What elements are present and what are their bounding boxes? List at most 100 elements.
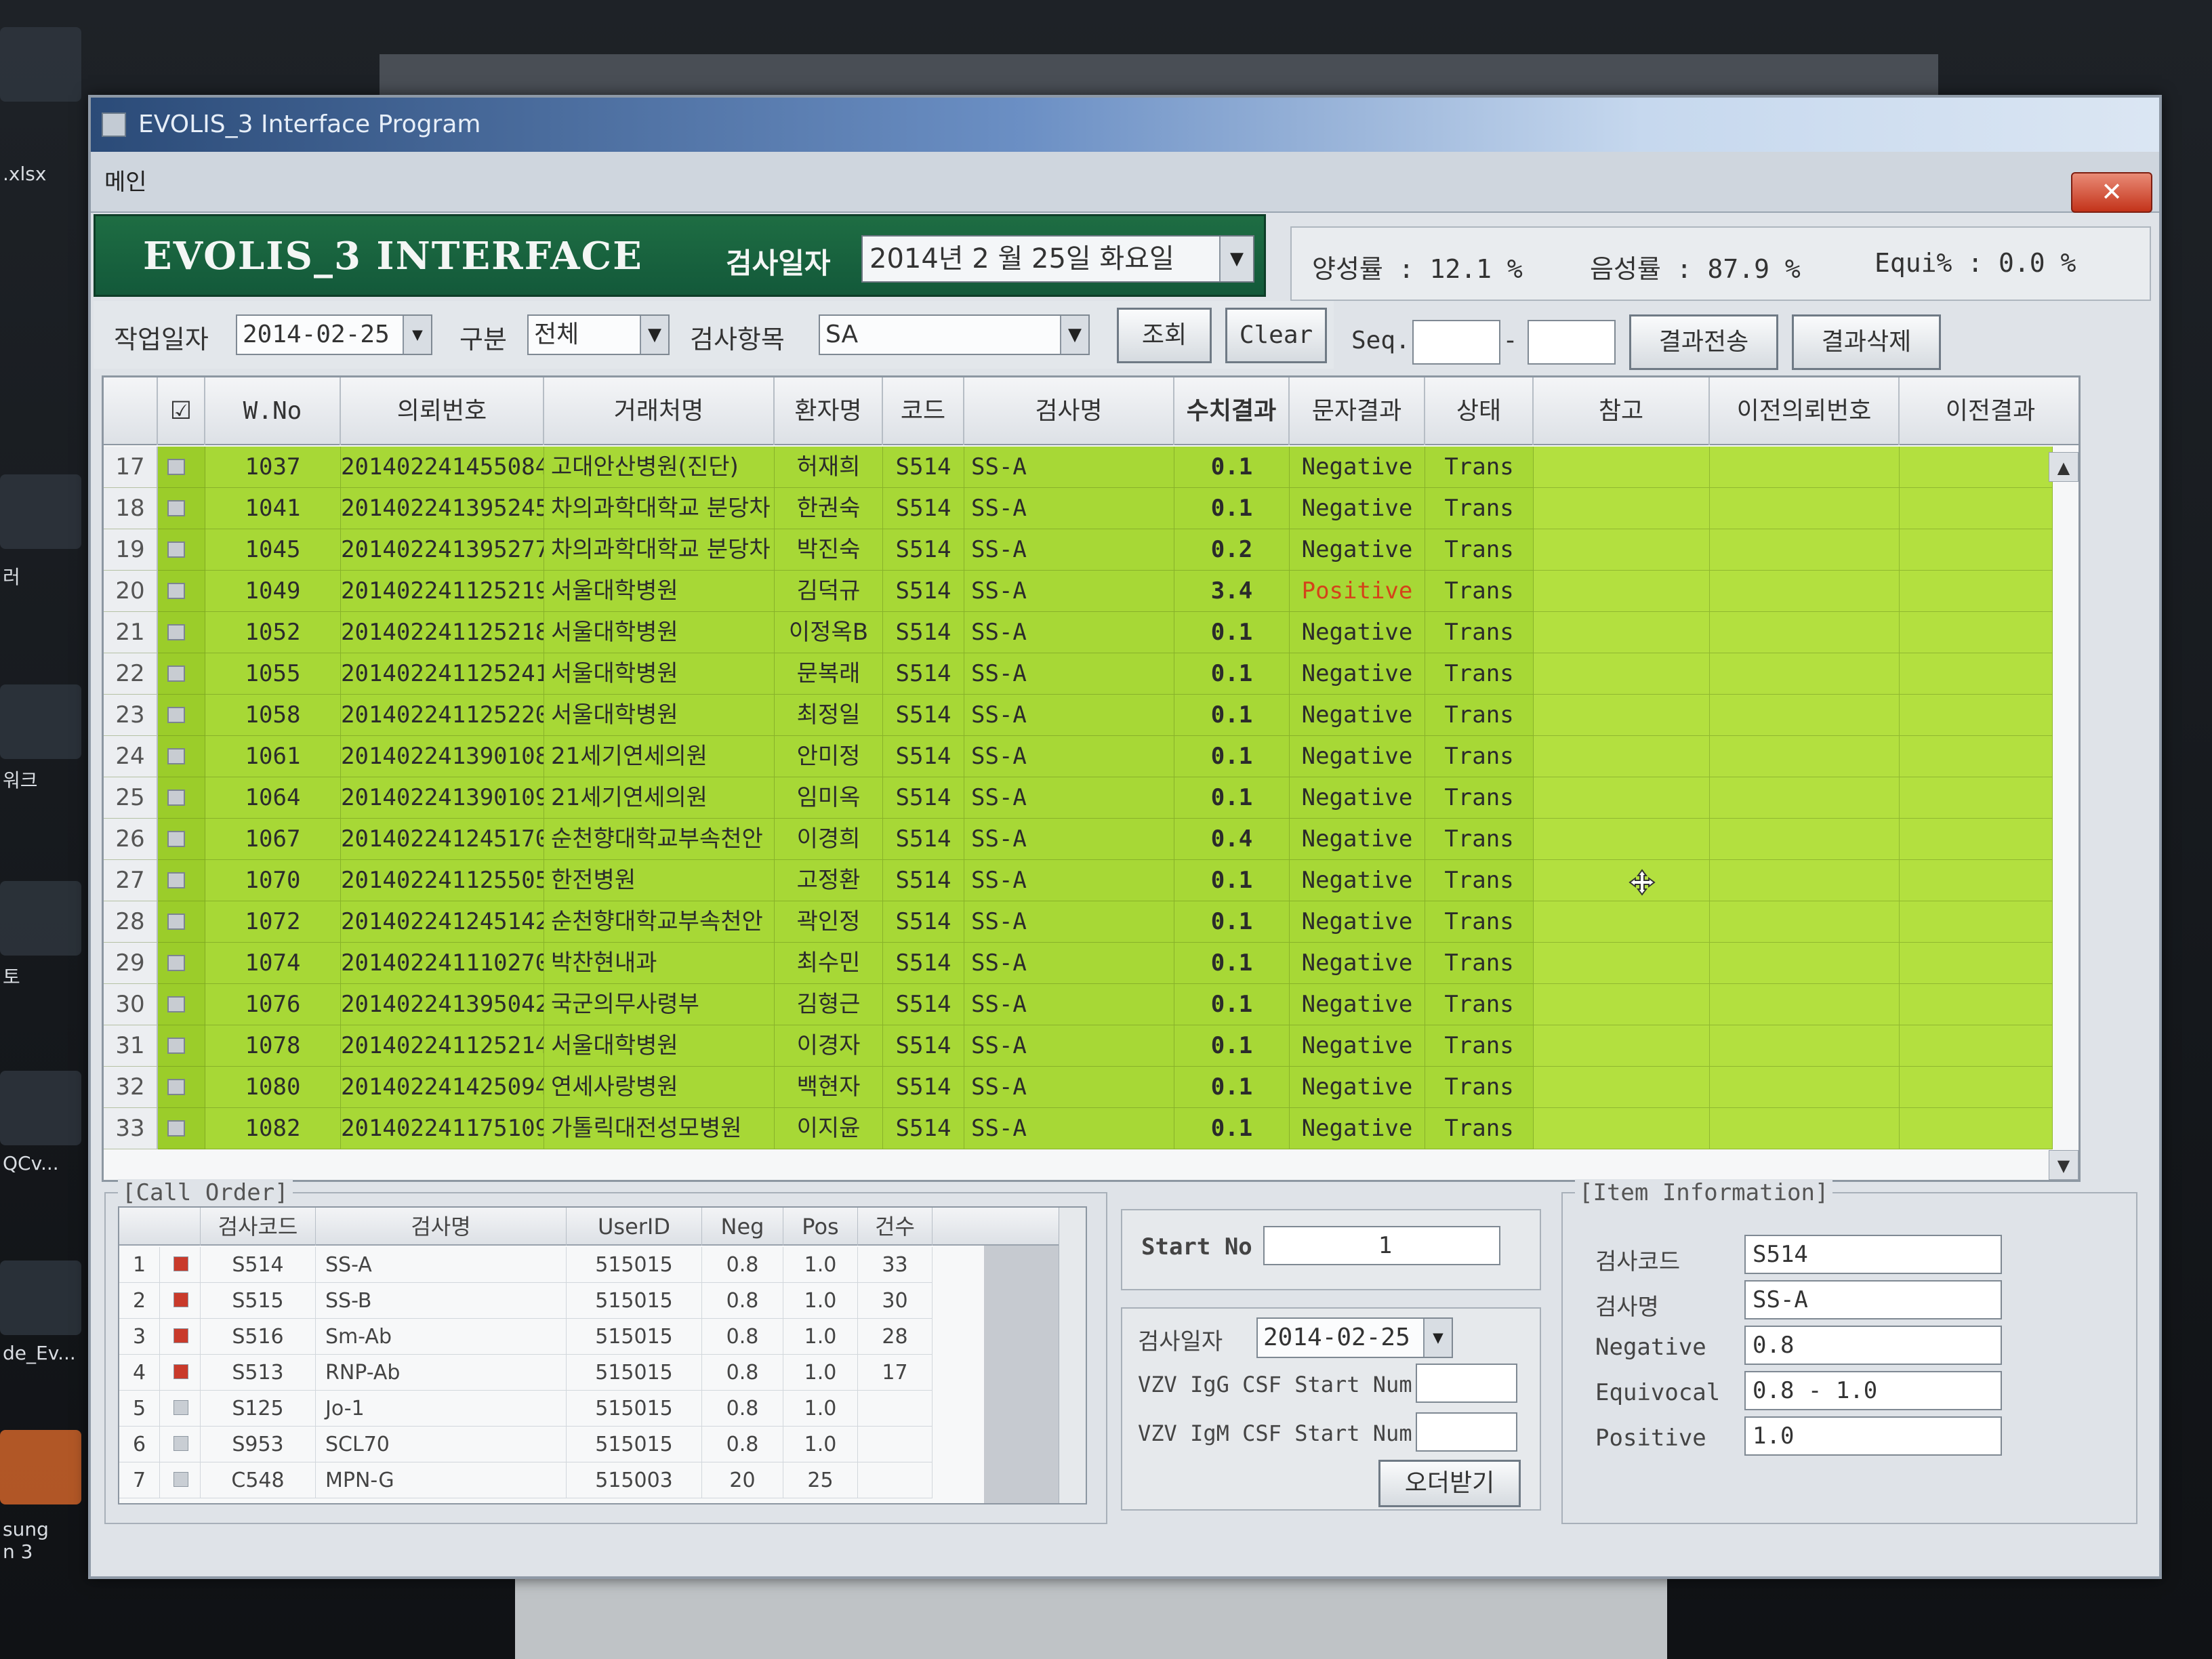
table-row[interactable]: 25 1064 201402241390109 21세기연세의원 임미옥 S514 SS-A… [104, 777, 2078, 819]
seq-end-input[interactable] [1528, 320, 1616, 365]
desktop-computer-icon[interactable] [0, 474, 81, 549]
order-flag-icon[interactable] [173, 1364, 188, 1379]
call-order-row[interactable]: 4 S513 RNP-Ab 515015 0.8 1.0 17 [119, 1355, 1086, 1391]
table-row[interactable]: 31 1078 201402241125214 서울대학병원 이경자 S514 SS-A 0.… [104, 1025, 2078, 1067]
checkbox-icon[interactable] [167, 996, 185, 1012]
chevron-down-icon[interactable]: ▼ [1060, 316, 1088, 354]
order-flag-icon[interactable] [173, 1292, 188, 1307]
row-checkbox[interactable] [158, 819, 205, 860]
co-header-pos[interactable]: Pos [783, 1208, 858, 1246]
scroll-down-icon[interactable]: ▼ [2049, 1150, 2078, 1180]
header-client[interactable]: 거래처명 [544, 377, 775, 445]
chevron-down-icon[interactable]: ▼ [1423, 1319, 1452, 1357]
desktop-app-icon[interactable] [0, 1071, 81, 1145]
call-order-row[interactable]: 7 C548 MPN-G 515003 20 25 [119, 1462, 1086, 1498]
table-row[interactable]: 26 1067 201402241245170 순천향대학교부속천안 이경희 S514 SS… [104, 819, 2078, 860]
checkbox-icon[interactable] [167, 1038, 185, 1054]
delete-results-button[interactable]: 결과삭제 [1792, 314, 1941, 370]
title-bar[interactable]: EVOLIS_3 Interface Program [91, 98, 2159, 152]
checkbox-icon[interactable] [167, 914, 185, 930]
co-header-neg[interactable]: Neg [702, 1208, 783, 1246]
header-select-all-checkbox[interactable]: ☑ [158, 377, 205, 445]
clear-button[interactable]: Clear [1225, 308, 1327, 363]
chevron-down-icon[interactable]: ▼ [1219, 237, 1253, 281]
table-row[interactable]: 27 1070 201402241125505 한전병원 고정환 S514 SS-A 0.1 N… [104, 860, 2078, 901]
chevron-down-icon[interactable]: ▼ [640, 316, 668, 354]
call-order-scrollbar[interactable] [1059, 1208, 1086, 1503]
chevron-down-icon[interactable]: ▼ [403, 316, 431, 354]
item-equivocal-value[interactable]: 0.8 - 1.0 [1744, 1371, 2002, 1410]
row-checkbox[interactable] [158, 488, 205, 529]
checkbox-icon[interactable] [167, 707, 185, 723]
checkbox-icon[interactable] [167, 748, 185, 764]
header-note[interactable]: 참고 [1534, 377, 1710, 445]
checkbox-icon[interactable] [167, 500, 185, 516]
table-row[interactable]: 28 1072 201402241245142 순천향대학교부속천안 곽인정 S514 SS… [104, 901, 2078, 943]
row-checkbox[interactable] [158, 777, 205, 819]
header-prev-request-no[interactable]: 이전의뢰번호 [1710, 377, 1900, 445]
checkbox-icon[interactable] [167, 831, 185, 847]
send-results-button[interactable]: 결과전송 [1629, 314, 1778, 370]
table-row[interactable]: 29 1074 201402241110270 박찬현내과 최수민 S514 SS-A 0.1… [104, 943, 2078, 984]
checkbox-icon[interactable] [167, 790, 185, 806]
desktop-trash-icon[interactable] [0, 881, 81, 956]
header-status[interactable]: 상태 [1425, 377, 1534, 445]
order-flag-icon[interactable] [173, 1400, 188, 1415]
query-button[interactable]: 조회 [1117, 308, 1212, 363]
header-code[interactable]: 코드 [883, 377, 964, 445]
header-numeric-result[interactable]: 수치결과 [1174, 377, 1290, 445]
menu-item-main[interactable]: 메인 [104, 169, 147, 196]
header-patient[interactable]: 환자명 [775, 377, 883, 445]
checkbox-icon[interactable] [167, 665, 185, 682]
header-wno[interactable]: W.No [205, 377, 341, 445]
order-flag-icon[interactable] [173, 1328, 188, 1343]
desktop-network-icon[interactable] [0, 684, 81, 759]
checkbox-icon[interactable] [167, 583, 185, 599]
order-flag-icon[interactable] [173, 1256, 188, 1271]
row-checkbox[interactable] [158, 860, 205, 901]
call-order-row[interactable]: 3 S516 Sm-Ab 515015 0.8 1.0 28 [119, 1319, 1086, 1355]
checkbox-icon[interactable] [167, 1079, 185, 1095]
table-row[interactable]: 20 1049 201402241125219 서울대학병원 김덕규 S514 SS-A 3.… [104, 571, 2078, 612]
co-header-count[interactable]: 건수 [858, 1208, 933, 1246]
item-positive-value[interactable]: 1.0 [1744, 1416, 2002, 1456]
scroll-up-icon[interactable]: ▲ [2049, 452, 2078, 482]
seq-start-input[interactable] [1412, 320, 1500, 365]
table-row[interactable]: 30 1076 201402241395042 국군의무사령부 김형근 S514 SS-A 0… [104, 984, 2078, 1025]
table-row[interactable]: 21 1052 201402241125218 서울대학병원 이정옥B S514 SS-A 0… [104, 612, 2078, 653]
row-checkbox[interactable] [158, 447, 205, 488]
test-date-picker[interactable]: 2014년 2 월 25일 화요일 ▼ [861, 235, 1254, 283]
table-row[interactable]: 33 1082 201402241175109 가톨릭대전성모병원 이지윤 S514 SS-… [104, 1108, 2078, 1149]
call-order-row[interactable]: 1 S514 SS-A 515015 0.8 1.0 33 [119, 1247, 1086, 1283]
row-checkbox[interactable] [158, 695, 205, 736]
desktop-file-icon[interactable] [0, 27, 81, 102]
header-request-no[interactable]: 의뢰번호 [341, 377, 544, 445]
close-button[interactable]: ✕ [2071, 172, 2152, 213]
desktop-office-icon[interactable] [0, 1430, 81, 1504]
checkbox-icon[interactable] [167, 624, 185, 640]
item-code-value[interactable]: S514 [1744, 1235, 2002, 1274]
row-checkbox[interactable] [158, 736, 205, 777]
co-header-code[interactable]: 검사코드 [201, 1208, 316, 1246]
item-name-value[interactable]: SS-A [1744, 1280, 2002, 1319]
row-checkbox[interactable] [158, 612, 205, 653]
vzv-igg-input[interactable] [1416, 1364, 1517, 1403]
table-row[interactable]: 17 1037 201402241455084 고대안산병원(진단) 허재희 S514 SS… [104, 447, 2078, 488]
call-order-row[interactable]: 5 S125 Jo-1 515015 0.8 1.0 [119, 1391, 1086, 1427]
header-prev-result[interactable]: 이전결과 [1900, 377, 2078, 445]
table-row[interactable]: 18 1041 201402241395245 차의과학대학교 분당차 한권숙 S514 S… [104, 488, 2078, 529]
start-no-input[interactable]: 1 [1263, 1226, 1500, 1265]
table-row[interactable]: 22 1055 201402241125241 서울대학병원 문복래 S514 SS-A 0.… [104, 653, 2078, 695]
row-checkbox[interactable] [158, 1108, 205, 1149]
call-order-row[interactable]: 2 S515 SS-B 515015 0.8 1.0 30 [119, 1283, 1086, 1319]
start-test-date-select[interactable]: 2014-02-25 ▼ [1256, 1317, 1453, 1358]
receive-order-button[interactable]: 오더받기 [1378, 1460, 1521, 1507]
order-flag-icon[interactable] [173, 1436, 188, 1451]
call-order-scroll-thumb[interactable] [984, 1246, 1059, 1503]
table-row[interactable]: 24 1061 201402241390108 21세기연세의원 안미정 S514 SS-A… [104, 736, 2078, 777]
row-checkbox[interactable] [158, 901, 205, 943]
checkbox-icon[interactable] [167, 459, 185, 475]
table-row[interactable]: 23 1058 201402241125220 서울대학병원 최정일 S514 SS-A 0.… [104, 695, 2078, 736]
row-checkbox[interactable] [158, 943, 205, 984]
row-checkbox[interactable] [158, 653, 205, 695]
